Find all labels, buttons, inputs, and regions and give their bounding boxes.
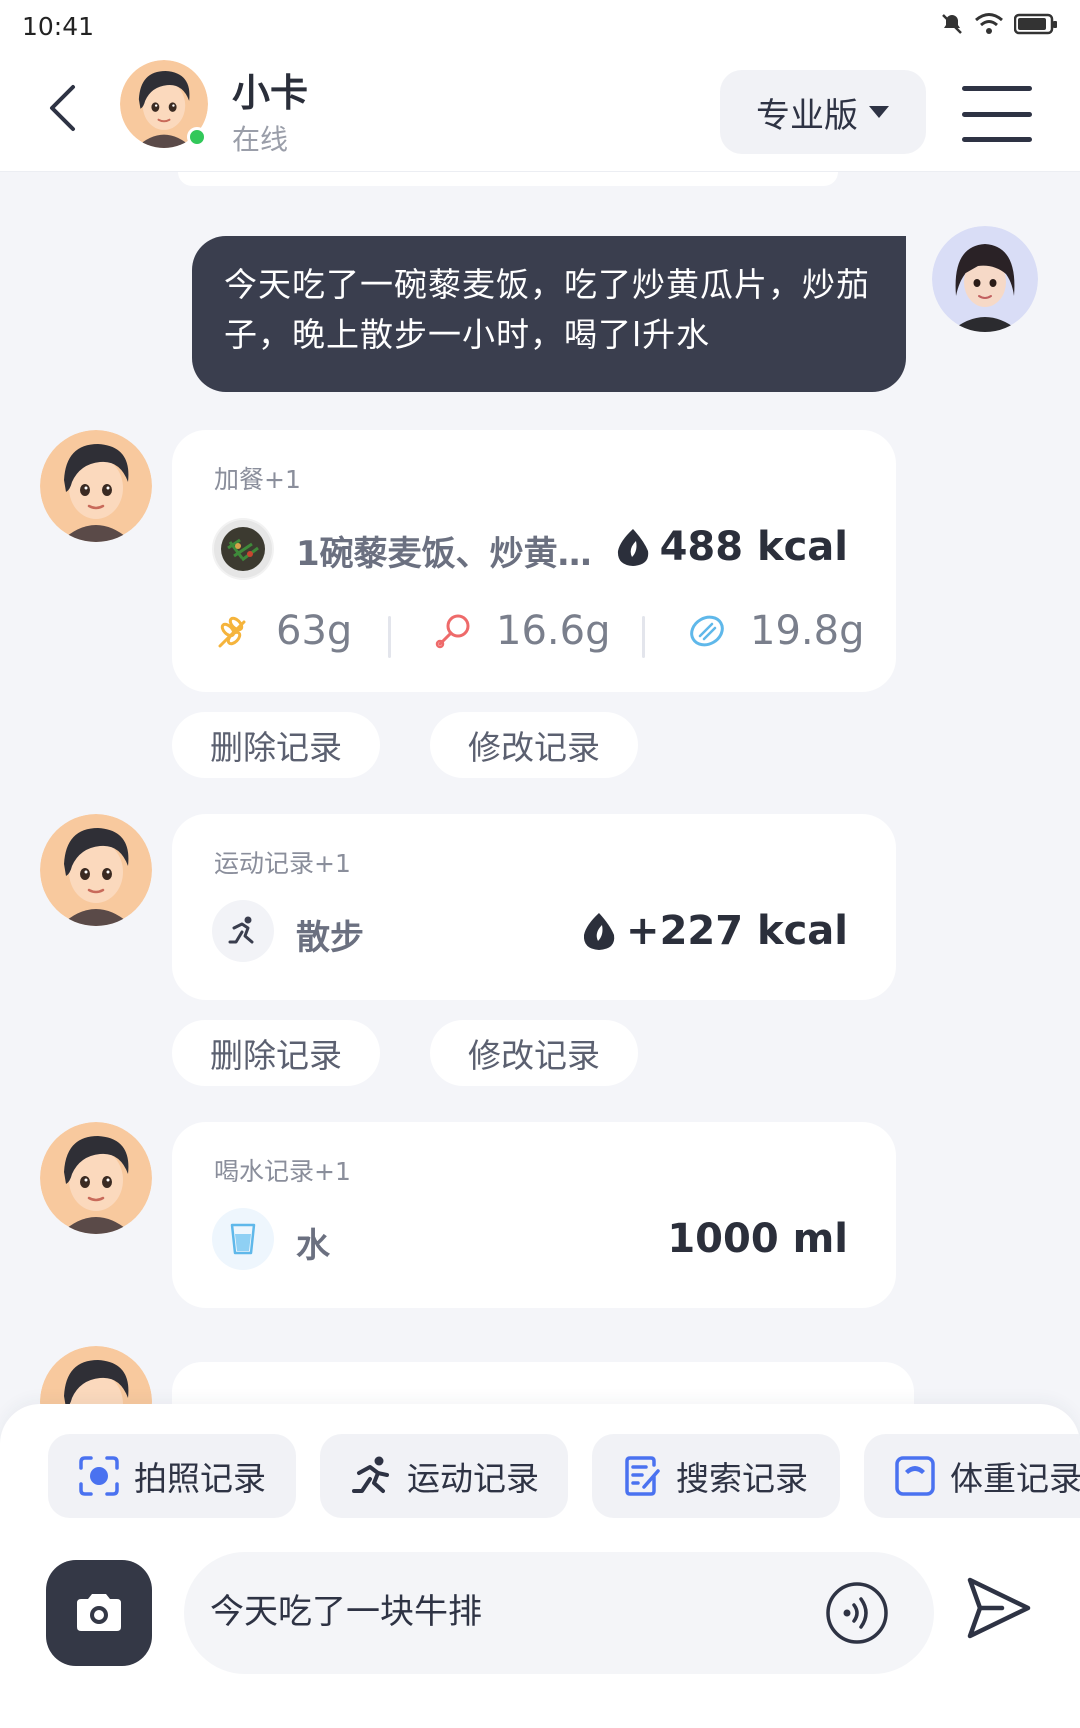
- flame-icon: [617, 529, 648, 566]
- exercise-icon-badge: [212, 900, 274, 962]
- macro-divider: [642, 616, 645, 658]
- menu-line: [962, 86, 1032, 91]
- water-record-card[interactable]: 喝水记录+1 水 1000 ml: [172, 1122, 896, 1308]
- document-edit-icon: [625, 1456, 660, 1496]
- chevron-left-icon: [50, 85, 75, 131]
- water-icon-badge: [212, 1208, 274, 1270]
- meal-kcal-value: 488 kcal: [659, 524, 848, 570]
- wheat-icon: [218, 616, 246, 648]
- macro-divider: [388, 616, 391, 658]
- meal-record-card[interactable]: 加餐+1 1碗藜麦饭、炒黄… 488 kcal 63g 16.6g 19.8g: [172, 430, 896, 692]
- bot-online-status: 在线: [232, 123, 289, 156]
- cartoon-girl-avatar-icon: [40, 814, 152, 926]
- bot-avatar[interactable]: [40, 1122, 152, 1234]
- user-message-bubble: 今天吃了一碗藜麦饭，吃了炒黄瓜片，炒茄子，晚上散步一小时，喝了l升水: [192, 236, 906, 392]
- running-icon: [228, 916, 254, 944]
- food-plate-icon: [214, 520, 272, 578]
- user-avatar[interactable]: [932, 226, 1038, 332]
- edit-exercise-record-button[interactable]: 修改记录: [430, 1020, 638, 1086]
- online-indicator: [187, 127, 207, 147]
- status-time: 10:41: [22, 12, 95, 41]
- fat-drop-icon: [690, 615, 724, 647]
- photo-record-button[interactable]: 拍照记录: [48, 1434, 296, 1518]
- voice-input-button[interactable]: [824, 1580, 890, 1646]
- plan-label: 专业版: [756, 95, 858, 136]
- camera-button[interactable]: [46, 1560, 152, 1666]
- exercise-record-label: 运动记录: [407, 1459, 539, 1498]
- back-button[interactable]: [38, 78, 86, 138]
- protein-macro: 16.6g: [434, 608, 610, 654]
- delete-meal-record-button[interactable]: 删除记录: [172, 712, 380, 778]
- status-icons: [940, 12, 1058, 36]
- photo-record-label: 拍照记录: [134, 1459, 266, 1498]
- bot-avatar[interactable]: [40, 430, 152, 542]
- fat-value: 19.8g: [750, 608, 865, 654]
- menu-button[interactable]: [962, 86, 1032, 142]
- send-button[interactable]: [962, 1572, 1034, 1644]
- water-amount: 1000 ml: [667, 1216, 848, 1262]
- camera-icon: [77, 1594, 121, 1631]
- water-glass-icon: [230, 1223, 256, 1255]
- wifi-icon: [975, 13, 1003, 34]
- carbs-macro: 63g: [214, 608, 352, 654]
- search-record-button[interactable]: 搜索记录: [592, 1434, 840, 1518]
- voice-wave-icon: [826, 1582, 888, 1644]
- quick-action-row[interactable]: 拍照记录 运动记录 搜索记录 体重记录: [48, 1434, 1080, 1518]
- scale-icon: [895, 1456, 935, 1496]
- exercise-activity-name: 散步: [296, 918, 364, 958]
- caret-down-icon: [869, 106, 889, 118]
- menu-line: [962, 111, 1032, 117]
- protein-value: 16.6g: [496, 608, 611, 654]
- menu-line: [962, 137, 1032, 142]
- message-input[interactable]: [210, 1588, 770, 1628]
- cartoon-girl-avatar-icon: [40, 430, 152, 542]
- photo-scan-icon: [79, 1456, 119, 1496]
- plan-dropdown[interactable]: 专业版: [720, 70, 926, 154]
- exercise-kcal-value: +227 kcal: [626, 908, 848, 954]
- weight-record-label: 体重记录: [950, 1459, 1080, 1498]
- status-bar: 10:41: [0, 0, 1080, 56]
- message-input-box[interactable]: [184, 1552, 934, 1674]
- delete-exercise-record-button[interactable]: 删除记录: [172, 1020, 380, 1086]
- food-photo-thumbnail: [212, 518, 274, 580]
- user-portrait-avatar-icon: [932, 226, 1038, 332]
- water-record-label: 喝水记录+1: [214, 1157, 351, 1186]
- battery-icon: [1014, 13, 1057, 35]
- flame-icon: [583, 913, 615, 950]
- water-item-name: 水: [296, 1226, 330, 1266]
- exercise-record-label: 运动记录+1: [214, 849, 351, 878]
- search-record-label: 搜索记录: [676, 1459, 808, 1498]
- exercise-record-button[interactable]: 运动记录: [320, 1434, 568, 1518]
- fat-macro: 19.8g: [688, 608, 864, 654]
- mute-bell-icon: [942, 14, 962, 34]
- edit-meal-record-button[interactable]: 修改记录: [430, 712, 638, 778]
- meal-food-name: 1碗藜麦饭、炒黄…: [296, 534, 592, 574]
- carbs-value: 63g: [276, 608, 353, 654]
- meal-record-label: 加餐+1: [214, 465, 301, 494]
- cartoon-girl-avatar-icon: [40, 1122, 152, 1234]
- previous-message-card: [178, 172, 838, 186]
- drumstick-icon: [435, 614, 470, 649]
- chat-header: 小卡 在线 专业版: [0, 56, 1080, 172]
- composer-panel: 拍照记录 运动记录 搜索记录 体重记录: [0, 1404, 1080, 1728]
- bot-name: 小卡: [232, 71, 309, 115]
- exercise-record-card[interactable]: 运动记录+1 散步 +227 kcal: [172, 814, 896, 1000]
- exercise-kcal: +227 kcal: [580, 908, 848, 954]
- send-icon: [967, 1577, 1031, 1639]
- meal-kcal: 488 kcal: [614, 524, 848, 570]
- weight-record-button[interactable]: 体重记录: [864, 1434, 1080, 1518]
- bot-avatar[interactable]: [40, 814, 152, 926]
- running-icon: [352, 1456, 389, 1493]
